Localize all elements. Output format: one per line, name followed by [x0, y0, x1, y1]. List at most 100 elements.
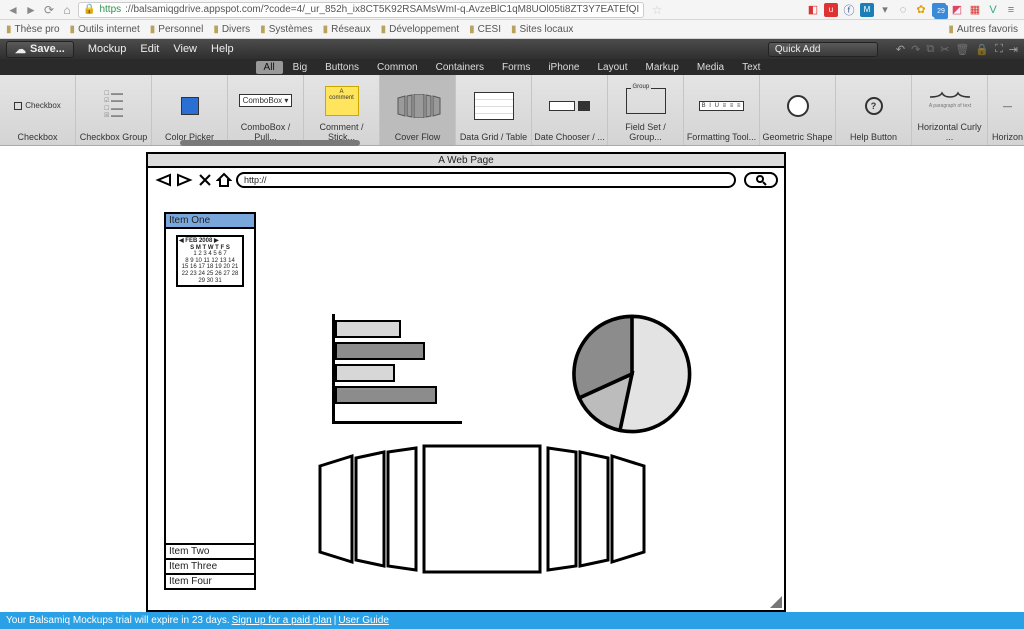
fullscreen-icon[interactable]: ⛶ [995, 43, 1003, 56]
quick-add-input[interactable]: Quick Add [768, 42, 878, 57]
browser-toolbar: ◄ ► ⟳ ⌂ 🔒 https ://balsamiqgdrive.appspo… [0, 0, 1024, 20]
address-bar[interactable]: 🔒 https ://balsamiqgdrive.appspot.com/?c… [78, 2, 644, 18]
home-button[interactable]: ⌂ [60, 3, 74, 17]
bookmark-folder[interactable]: ▮Outils internet [70, 24, 140, 35]
mock-search-field[interactable] [744, 172, 778, 188]
bookmark-folder[interactable]: ▮Systèmes [260, 24, 312, 35]
sidebar-item-one[interactable]: Item One [166, 214, 254, 229]
home-icon[interactable] [216, 172, 232, 188]
shelf-combobox[interactable]: ComboBox ▾ComboBox / Pull... [228, 75, 304, 145]
back-arrow-icon[interactable] [154, 172, 172, 188]
shelf-checkbox[interactable]: CheckboxCheckbox [0, 75, 76, 145]
forward-arrow-icon[interactable] [176, 172, 194, 188]
ext-icon[interactable]: ⓕ [842, 3, 856, 17]
lock-icon[interactable]: 🔒 [975, 43, 989, 56]
shelf-help[interactable]: ?Help Button [836, 75, 912, 145]
ext-icon[interactable]: ▦ [968, 3, 982, 17]
menu-edit[interactable]: Edit [140, 43, 159, 55]
shelf-geometric[interactable]: Geometric Shape [760, 75, 836, 145]
shelf-datechooser[interactable]: Date Chooser / ... [532, 75, 608, 145]
bookmark-folder[interactable]: ▮Thèse pro [6, 24, 60, 35]
category-markup[interactable]: Markup [638, 61, 687, 74]
close-panel-icon[interactable]: ⇥ [1009, 43, 1018, 56]
mock-browser-window[interactable]: A Web Page http:// Item One ◀ FEB 2008 ▶… [146, 152, 786, 612]
mock-body: Item One ◀ FEB 2008 ▶ S M T W T F S 1 2 … [152, 194, 780, 606]
redo-icon[interactable]: ↷ [911, 43, 920, 56]
shelf-color-picker[interactable]: Color Picker [152, 75, 228, 145]
back-button[interactable]: ◄ [6, 3, 20, 17]
delete-icon[interactable]: 🗑 [955, 43, 969, 56]
mock-url-field[interactable]: http:// [236, 172, 736, 188]
shelf-datagrid[interactable]: Data Grid / Table [456, 75, 532, 145]
category-big[interactable]: Big [285, 61, 315, 74]
mock-bar-chart[interactable] [332, 314, 452, 424]
canvas[interactable]: A Web Page http:// Item One ◀ FEB 2008 ▶… [0, 146, 1024, 612]
forward-button[interactable]: ► [24, 3, 38, 17]
trial-banner: Your Balsamiq Mockups trial will expire … [0, 612, 1024, 629]
mock-calendar[interactable]: ◀ FEB 2008 ▶ S M T W T F S 1 2 3 4 5 6 7… [176, 235, 244, 287]
bookmark-folder[interactable]: ▮Divers [213, 24, 250, 35]
mock-sidebar[interactable]: Item One ◀ FEB 2008 ▶ S M T W T F S 1 2 … [164, 212, 256, 590]
sidebar-item-four[interactable]: Item Four [166, 573, 254, 588]
menu-help[interactable]: Help [211, 43, 234, 55]
bookmark-folder[interactable]: ▮Sites locaux [511, 24, 573, 35]
ext-icon[interactable]: ◌ [896, 3, 910, 17]
category-iphone[interactable]: iPhone [540, 61, 587, 74]
coverflow-icon [395, 94, 441, 118]
url-rest: ://balsamiqgdrive.appspot.com/?code=4/_u… [125, 4, 639, 15]
save-button[interactable]: ☁Save... [6, 41, 74, 58]
ext-icon[interactable]: ▾ [878, 3, 892, 17]
menu-view[interactable]: View [173, 43, 197, 55]
magnifier-icon [755, 174, 767, 186]
shelf-checkbox-group[interactable]: ☐ ▬▬☑ ▬▬☐ ▬▬☒ ▬▬Checkbox Group [76, 75, 152, 145]
ext-icon[interactable]: V [986, 3, 1000, 17]
stop-icon[interactable] [198, 173, 212, 187]
category-media[interactable]: Media [689, 61, 732, 74]
undo-icon[interactable]: ↶ [896, 43, 905, 56]
mock-nav-bar: http:// [148, 168, 784, 192]
category-text[interactable]: Text [734, 61, 768, 74]
mock-window-title: A Web Page [148, 154, 784, 168]
bookmark-star-icon[interactable]: ☆ [650, 3, 664, 17]
reload-button[interactable]: ⟳ [42, 3, 56, 17]
bookmark-folder[interactable]: ▮Personnel [150, 24, 204, 35]
category-containers[interactable]: Containers [428, 61, 492, 74]
mock-coverflow[interactable] [312, 444, 652, 574]
sidebar-item-two[interactable]: Item Two [166, 543, 254, 558]
bookmark-folder[interactable]: ▮Réseaux [323, 24, 371, 35]
category-all[interactable]: All [256, 61, 283, 74]
menu-mockup[interactable]: Mockup [88, 43, 127, 55]
signup-link[interactable]: Sign up for a paid plan [232, 615, 332, 626]
folder-icon: ▮ [150, 24, 156, 35]
bookmark-folder[interactable]: ▮CESI [469, 24, 501, 35]
category-forms[interactable]: Forms [494, 61, 538, 74]
shelf-horizon[interactable]: —Horizon [988, 75, 1024, 145]
folder-icon: ▮ [511, 24, 517, 35]
ext-icon[interactable]: ◧ [806, 3, 820, 17]
other-bookmarks[interactable]: ▮Autres favoris [948, 24, 1018, 35]
cut-icon[interactable]: ✂ [940, 43, 949, 56]
shelf-formatting[interactable]: B I U ≡ ≡ ≡Formatting Tool... [684, 75, 760, 145]
sidebar-item-three[interactable]: Item Three [166, 558, 254, 573]
shelf-coverflow[interactable]: Cover Flow [380, 75, 456, 145]
bookmark-folder[interactable]: ▮Développement [381, 24, 460, 35]
chrome-menu-icon[interactable]: ≡ [1004, 3, 1018, 17]
user-guide-link[interactable]: User Guide [338, 615, 389, 626]
shelf-fieldset[interactable]: GroupField Set / Group... [608, 75, 684, 145]
shelf-sticky[interactable]: A commentComment / Stick... [304, 75, 380, 145]
ext-icon[interactable]: ☁29 [932, 3, 946, 17]
resize-grip-icon[interactable] [770, 596, 782, 608]
category-buttons[interactable]: Buttons [317, 61, 367, 74]
ext-icon[interactable]: u [824, 3, 838, 17]
folder-icon: ▮ [381, 24, 387, 35]
ext-icon[interactable]: ◩ [950, 3, 964, 17]
category-layout[interactable]: Layout [589, 61, 635, 74]
folder-icon: ▮ [323, 24, 329, 35]
ext-icon[interactable]: ✿ [914, 3, 928, 17]
copy-icon[interactable]: ⧉ [926, 43, 934, 56]
ext-icon[interactable]: M [860, 3, 874, 17]
shelf-hcurly[interactable]: A paragraph of textHorizontal Curly ... [912, 75, 988, 145]
curly-brace-icon: A paragraph of text [928, 91, 972, 111]
category-common[interactable]: Common [369, 61, 426, 74]
mock-pie-chart[interactable] [572, 314, 692, 434]
